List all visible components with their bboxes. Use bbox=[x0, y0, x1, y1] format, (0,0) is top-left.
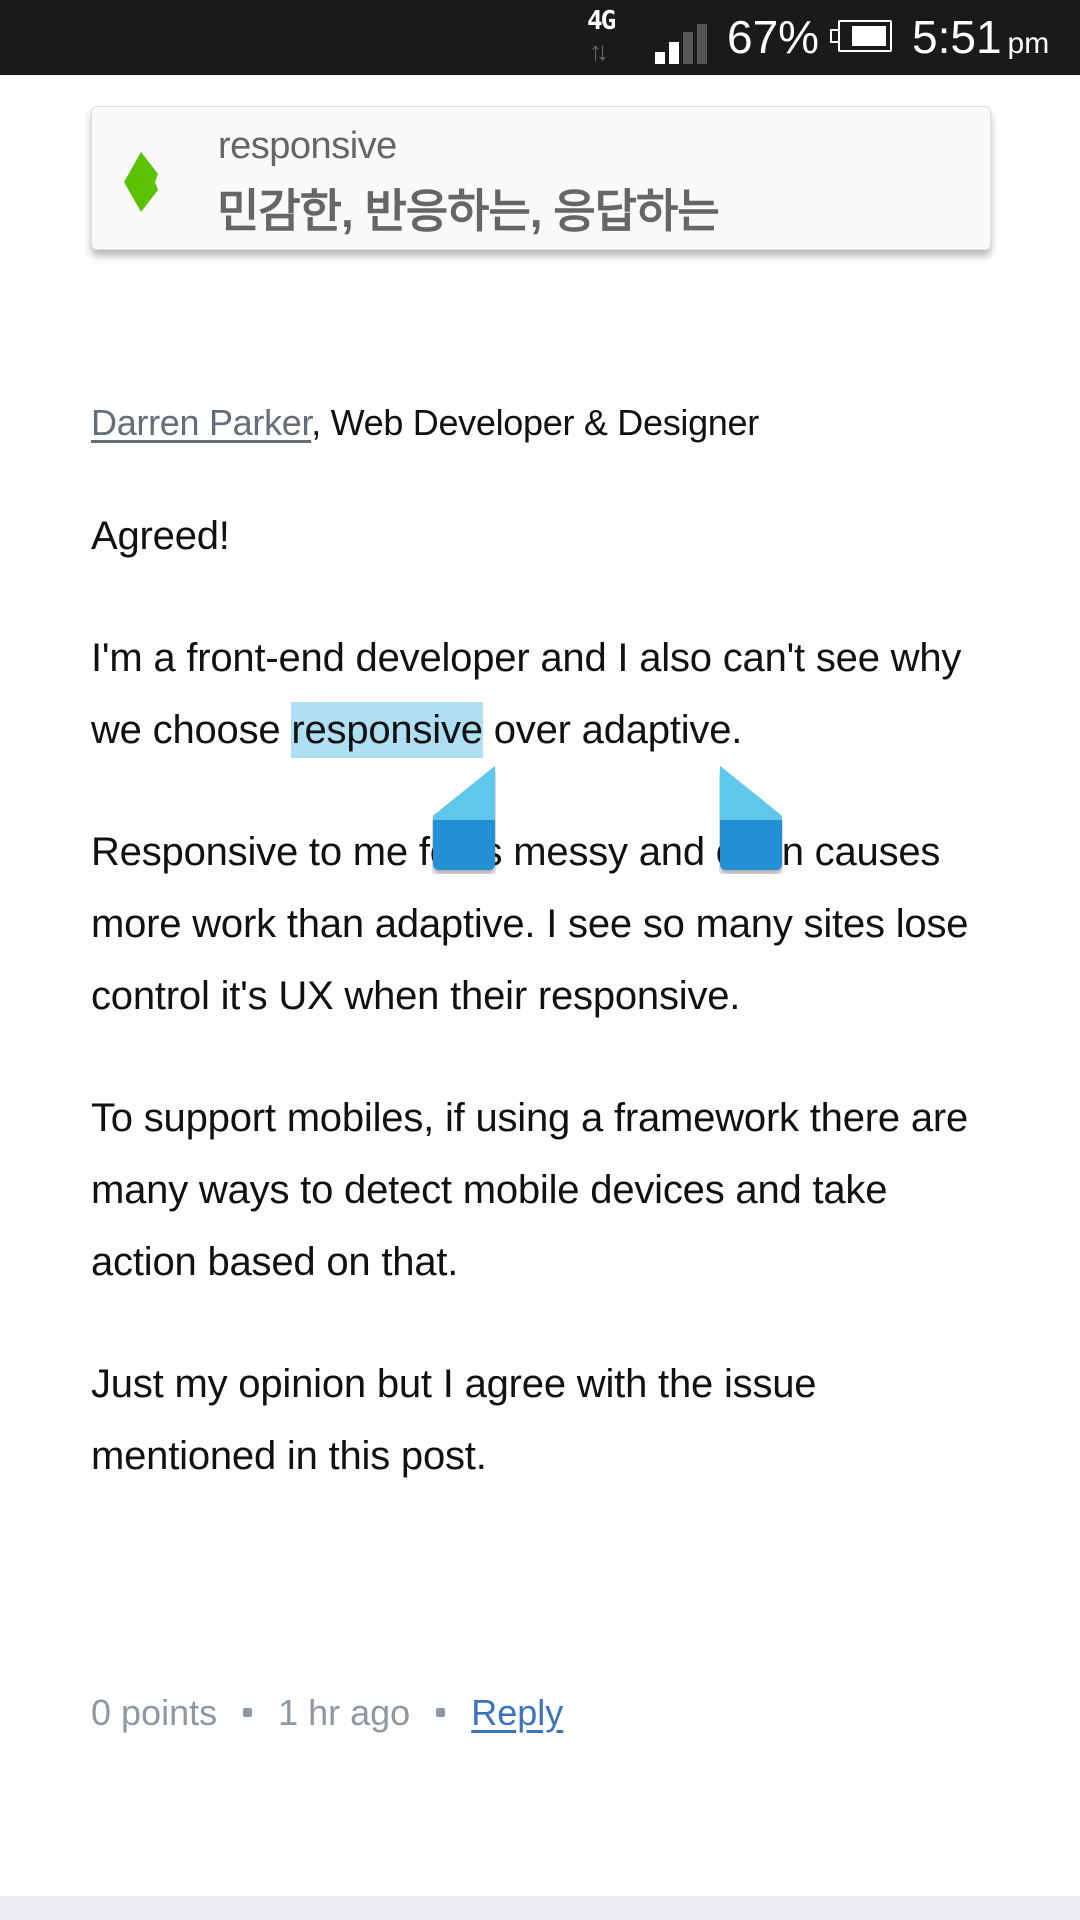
status-bar: 4G ↑↓ 67% 5:51 pm bbox=[0, 0, 1080, 75]
comment-paragraph: Agreed! bbox=[91, 514, 230, 558]
popup-meaning: 민감한, 반응하는, 응답하는 bbox=[217, 185, 720, 237]
battery-fill bbox=[852, 26, 886, 46]
comment-paragraph: Just my opinion but I agree with the iss… bbox=[91, 1362, 817, 1478]
author-name-link[interactable]: Darren Parker bbox=[91, 402, 311, 443]
selected-text[interactable]: responsive bbox=[291, 702, 483, 758]
separator-dot bbox=[436, 1707, 446, 1717]
clock-ampm: pm bbox=[1007, 27, 1050, 60]
comment-body: Agreed! I'm a front-end developer and I … bbox=[91, 500, 991, 1542]
comment-points: 0 points bbox=[91, 1692, 218, 1733]
selection-end-handle[interactable] bbox=[719, 764, 783, 874]
dictionary-tag-icon bbox=[124, 152, 158, 212]
comment-meta: 0 points 1 hr ago Reply bbox=[91, 1692, 563, 1734]
comment-paragraph: To support mobiles, if using a framework… bbox=[91, 1096, 969, 1284]
signal-strength-icon bbox=[655, 24, 717, 64]
clock-time: 5:51 bbox=[912, 11, 1002, 63]
comment-time: 1 hr ago bbox=[278, 1692, 411, 1733]
battery-icon bbox=[830, 20, 894, 54]
translation-popup[interactable]: responsive 민감한, 반응하는, 응답하는 bbox=[91, 106, 991, 250]
page-bottom-divider bbox=[0, 1896, 1080, 1920]
battery-percent: 67% bbox=[727, 11, 820, 63]
comment-paragraph: I'm a front-end developer and I also can… bbox=[91, 622, 991, 766]
selection-start-handle[interactable] bbox=[432, 764, 496, 874]
popup-word: responsive bbox=[218, 125, 397, 167]
comment-paragraph: Responsive to me feels messy and often c… bbox=[91, 830, 969, 1018]
network-type: 4G bbox=[587, 6, 616, 36]
network-indicator: 4G ↑↓ bbox=[585, 6, 635, 68]
separator-dot bbox=[243, 1707, 253, 1717]
clock: 5:51 pm bbox=[912, 10, 1049, 64]
reply-link[interactable]: Reply bbox=[471, 1692, 563, 1733]
data-activity-icon: ↑↓ bbox=[589, 36, 609, 66]
author-title: , Web Developer & Designer bbox=[311, 402, 759, 443]
comment-author-line: Darren Parker, Web Developer & Designer bbox=[91, 402, 759, 444]
paragraph-text: over adaptive. bbox=[482, 708, 743, 752]
